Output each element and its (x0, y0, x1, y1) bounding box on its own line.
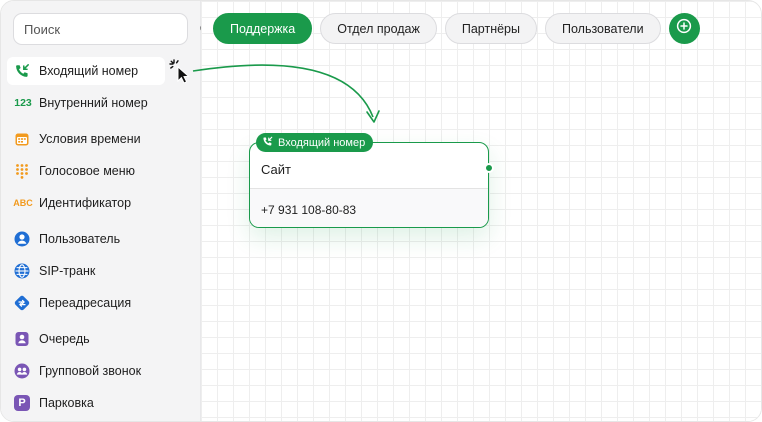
incoming-call-icon (13, 62, 31, 80)
sidebar-item-internal-number[interactable]: 123 Внутренний номер (7, 89, 165, 117)
app-window: Входящий номер 123 Внутренний номер Усло… (0, 0, 762, 422)
node-type-badge: Входящий номер (256, 133, 374, 152)
sidebar-item-sip-trunk[interactable]: SIP-транк (7, 257, 165, 285)
icon-text: ABC (13, 198, 33, 208)
sidebar-item-label: Голосовое меню (39, 164, 136, 178)
redirect-icon (13, 294, 31, 312)
user-icon (13, 230, 31, 248)
add-tab-button[interactable] (668, 13, 700, 44)
sidebar-item-label: Парковка (39, 396, 94, 410)
tab-sales[interactable]: Отдел продаж (320, 13, 437, 44)
plus-circle-icon (676, 18, 692, 39)
icon-text: P (18, 397, 26, 409)
calendar-icon (13, 130, 31, 148)
queue-icon (13, 330, 31, 348)
node-phone-number: +7 931 108-80-83 (261, 203, 357, 217)
tab-label: Отдел продаж (337, 21, 420, 36)
sidebar-item-label: Условия времени (39, 132, 141, 146)
icon-text: 123 (14, 97, 32, 109)
sidebar-item-label: Очередь (39, 332, 90, 346)
node-badge-label: Входящий номер (278, 136, 366, 149)
tab-label: Пользователи (562, 21, 644, 36)
number-123-icon: 123 (13, 94, 33, 112)
sidebar-item-time-conditions[interactable]: Условия времени (7, 125, 165, 153)
tab-users[interactable]: Пользователи (545, 13, 661, 44)
keypad-icon (13, 162, 31, 180)
globe-icon (13, 262, 31, 280)
sidebar-item-redirect[interactable]: Переадресация (7, 289, 165, 317)
sidebar-item-label: Внутренний номер (39, 96, 148, 110)
group-icon (13, 362, 31, 380)
sidebar-item-voice-menu[interactable]: Голосовое меню (7, 157, 165, 185)
flow-node-incoming-number[interactable]: Входящий номер Сайт +7 931 108-80-83 (249, 133, 494, 228)
search-box (13, 13, 217, 45)
sidebar-item-parking[interactable]: P Парковка (7, 389, 165, 417)
parking-icon: P (13, 394, 31, 412)
search-input[interactable] (24, 21, 200, 37)
sidebar-item-queue[interactable]: Очередь (7, 325, 165, 353)
abc-icon: ABC (13, 194, 33, 212)
incoming-call-icon (262, 136, 273, 150)
sidebar-item-label: SIP-транк (39, 264, 96, 278)
node-output-port[interactable] (484, 163, 494, 173)
cursor-click-icon (169, 59, 195, 85)
tab-label: Поддержка (230, 21, 296, 36)
sidebar-item-user[interactable]: Пользователь (7, 225, 165, 253)
tab-support[interactable]: Поддержка (213, 13, 313, 44)
sidebar-item-identifier[interactable]: ABC Идентификатор (7, 189, 165, 217)
sidebar-item-label: Пользователь (39, 232, 121, 246)
sidebar-item-label: Входящий номер (39, 64, 139, 78)
tab-label: Партнёры (461, 21, 520, 36)
sidebar-item-group-call[interactable]: Групповой звонок (7, 357, 165, 385)
sidebar-item-label: Переадресация (39, 296, 132, 310)
sidebar-item-label: Идентификатор (39, 196, 132, 210)
sidebar-item-incoming-number[interactable]: Входящий номер (7, 57, 165, 85)
tab-partners[interactable]: Партнёры (444, 13, 537, 44)
sidebar-item-label: Групповой звонок (39, 364, 142, 378)
tab-bar: Поддержка Отдел продаж Партнёры Пользова… (213, 13, 700, 44)
node-title: Сайт (261, 162, 291, 177)
